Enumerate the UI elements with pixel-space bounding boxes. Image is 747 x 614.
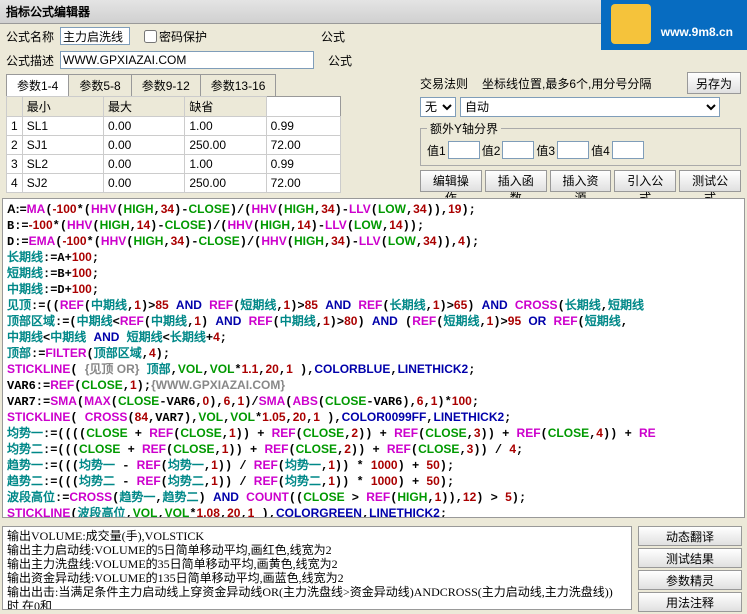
param-name[interactable] (27, 156, 99, 172)
formula-desc-row: 公式描述 公式 (0, 48, 747, 72)
param-def[interactable] (271, 175, 336, 191)
param-row: 4 (7, 174, 341, 193)
select-auto[interactable]: 自动 (460, 97, 720, 117)
val-input[interactable] (557, 141, 589, 159)
desc-label: 公式描述 (6, 52, 54, 69)
side-buttons: 动态翻译测试结果参数精灵用法注释 (638, 526, 742, 612)
extra-y-legend: 额外Y轴分界 (427, 120, 501, 137)
param-header: 最小 (22, 97, 103, 117)
logo-icon (611, 4, 651, 44)
param-header: 最大 (104, 97, 185, 117)
param-row: 2 (7, 136, 341, 155)
param-row: 1 (7, 117, 341, 136)
param-def[interactable] (271, 137, 336, 153)
param-row: 3 (7, 155, 341, 174)
side-button[interactable]: 用法注释 (638, 592, 742, 612)
val-input[interactable] (448, 141, 480, 159)
val-label: 值4 (591, 142, 610, 159)
output-panel[interactable]: 输出VOLUME:成交量(手),VOLSTICK输出主力启动线:VOLUME的5… (2, 526, 632, 610)
tab-params[interactable]: 参数13-16 (200, 74, 277, 96)
val-label: 值1 (427, 142, 446, 159)
param-min[interactable] (108, 156, 180, 172)
param-table: 最小最大缺省 1234 (6, 96, 341, 193)
toolbar-button[interactable]: 编辑操作 (420, 170, 482, 192)
side-button[interactable]: 测试结果 (638, 548, 742, 568)
param-name[interactable] (27, 118, 99, 134)
val-label: 值2 (482, 142, 501, 159)
toolbar-button[interactable]: 测试公式 (679, 170, 741, 192)
toolbar-button[interactable]: 插入函数 (485, 170, 547, 192)
watermark: www.9m8.cn (601, 0, 747, 50)
tab-params[interactable]: 参数5-8 (68, 74, 131, 96)
formula-label-2: 公式 (328, 52, 352, 69)
extra-y-fieldset: 额外Y轴分界 值1 值2 值3 值4 (420, 120, 741, 166)
password-checkbox[interactable] (144, 30, 157, 43)
tab-params[interactable]: 参数1-4 (6, 74, 69, 96)
param-min[interactable] (108, 118, 180, 134)
param-max[interactable] (189, 156, 261, 172)
trade-rule-label: 交易法则 (420, 75, 468, 92)
param-min[interactable] (108, 137, 180, 153)
code-editor[interactable]: A:=MA(-100*(HHV(HIGH,34)-CLOSE)/(HHV(HIG… (2, 198, 745, 518)
toolbar-button[interactable]: 插入资源 (550, 170, 612, 192)
saveas-button[interactable]: 另存为 (687, 72, 741, 94)
password-label: 密码保护 (159, 28, 207, 45)
param-header (7, 97, 23, 117)
right-panel: 交易法则 坐标线位置,最多6个,用分号分隔 另存为 无 自动 额外Y轴分界 值1… (420, 72, 741, 192)
param-max[interactable] (189, 175, 261, 191)
desc-input[interactable] (60, 51, 314, 69)
toolbar-button[interactable]: 引入公式 (614, 170, 676, 192)
val-input[interactable] (502, 141, 534, 159)
formula-label-1: 公式 (321, 28, 345, 45)
name-input[interactable] (60, 27, 130, 45)
param-max[interactable] (189, 137, 261, 153)
tab-params[interactable]: 参数9-12 (131, 74, 201, 96)
side-button[interactable]: 参数精灵 (638, 570, 742, 590)
side-button[interactable]: 动态翻译 (638, 526, 742, 546)
name-label: 公式名称 (6, 28, 54, 45)
param-name[interactable] (27, 137, 99, 153)
param-max[interactable] (189, 118, 261, 134)
coord-label: 坐标线位置,最多6个,用分号分隔 (482, 75, 651, 92)
select-none[interactable]: 无 (420, 97, 456, 117)
param-def[interactable] (271, 118, 336, 134)
param-min[interactable] (108, 175, 180, 191)
val-input[interactable] (612, 141, 644, 159)
param-header: 缺省 (185, 97, 266, 117)
param-def[interactable] (271, 156, 336, 172)
val-label: 值3 (536, 142, 555, 159)
param-name[interactable] (27, 175, 99, 191)
